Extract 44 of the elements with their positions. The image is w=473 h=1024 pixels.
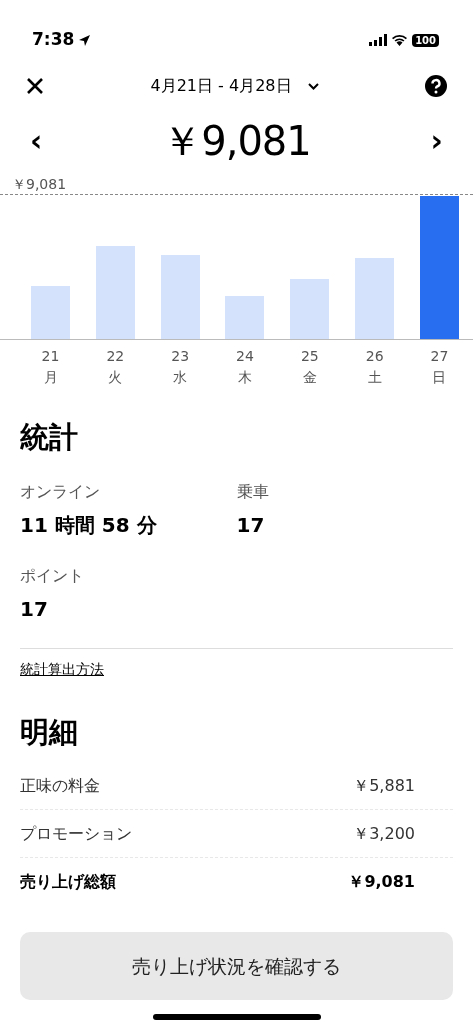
stat-label: オンライン [20,481,100,501]
chart-max-label: ￥9,081 [12,176,67,192]
methodology-link[interactable]: 統計算出方法 [20,660,104,677]
day-date: 25 [300,347,319,366]
location-arrow-icon [78,33,92,47]
day-date: 23 [171,347,190,366]
chart-bar[interactable] [419,196,459,339]
day-weekday: 月 [43,368,58,387]
section-title: 明細 [20,714,78,749]
wifi-icon [391,34,409,46]
day-date: 21 [41,347,60,366]
chevron-down-icon[interactable] [307,82,319,90]
day-weekday: 木 [238,368,252,387]
close-icon[interactable] [26,77,44,95]
signal-icon [369,34,388,46]
day-date: 26 [365,347,384,366]
day-date: 24 [236,347,254,366]
stat-value: 17 [20,595,48,623]
previous-button[interactable]: ‹ [26,126,47,156]
detail-amount: ￥9,081 [348,871,415,893]
next-button[interactable]: › [426,126,447,156]
date-range[interactable]: 4月21日 - 4月28日 [150,74,292,98]
day-weekday: 土 [367,368,382,387]
section-title: 統計 [20,420,78,454]
status-time: 7:38 [32,28,75,52]
help-icon[interactable] [425,75,447,97]
stat-label: 乗車 [236,481,269,501]
stat-value: 11 時間 58 分 [20,511,157,539]
detail-label: 売り上げ総額 [20,871,116,893]
detail-label: プロモーション [20,822,132,845]
detail-amount: ￥5,881 [353,774,415,797]
day-weekday: 日 [432,368,447,387]
detail-amount: ￥3,200 [353,822,415,845]
day-weekday: 火 [108,368,123,387]
day-weekday: 水 [173,368,188,387]
total-amount: ￥9,081 [162,117,311,166]
stat-label: ポイント [20,565,84,585]
detail-label: 正味の料金 [20,774,100,797]
day-weekday: 金 [302,368,317,387]
stat-value: 17 [236,511,265,539]
day-date: 22 [106,347,125,366]
battery-level: 100 [412,33,439,47]
day-date: 27 [430,347,449,366]
view-earnings-button[interactable]: 売り上げ状況を確認する [20,932,453,1000]
